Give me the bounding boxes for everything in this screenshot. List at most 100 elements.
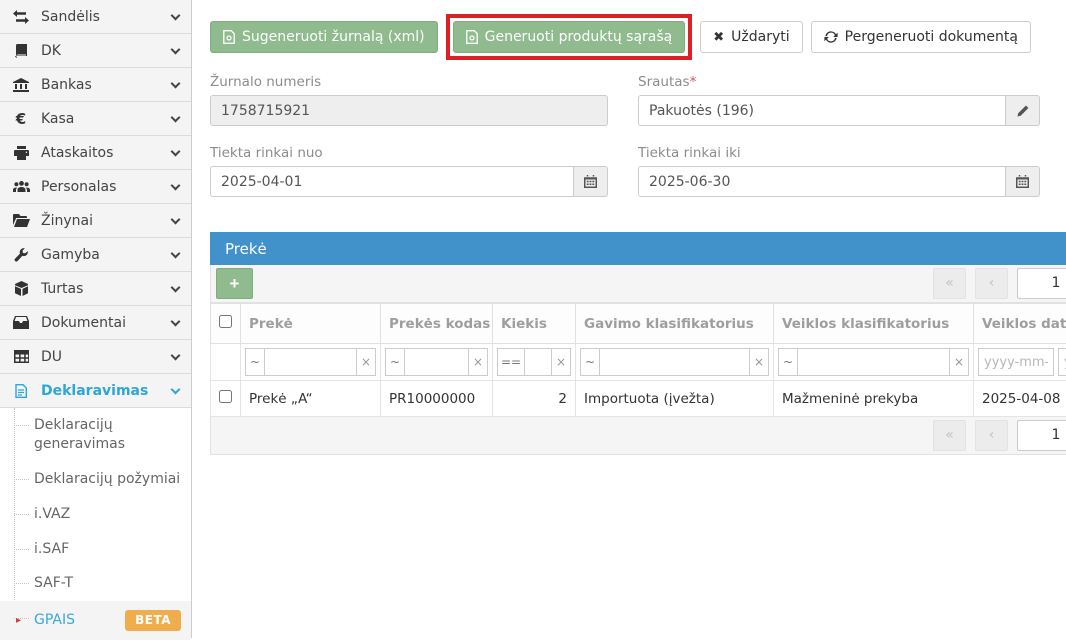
market-to-input[interactable] bbox=[638, 166, 1006, 197]
regenerate-document-button[interactable]: Pergeneruoti dokumentą bbox=[811, 21, 1031, 53]
filter-clear-icon[interactable]: × bbox=[356, 348, 376, 376]
sidebar-item-label: Žinynai bbox=[41, 213, 93, 229]
sidebar-item-personalas[interactable]: Personalas bbox=[0, 170, 191, 204]
generate-products-list-button[interactable]: Generuoti produktų sąrašą bbox=[453, 21, 686, 53]
close-icon: ✖ bbox=[713, 30, 724, 45]
market-to-calendar-button[interactable] bbox=[1006, 166, 1040, 197]
cube-icon bbox=[11, 281, 31, 296]
market-from-field-group: Tiekta rinkai nuo bbox=[210, 145, 608, 197]
col-header-veiklos-data: Veiklos data bbox=[974, 304, 1066, 344]
button-label: Sugeneruoti žurnalą (xml) bbox=[242, 29, 425, 45]
pagination-prev-button[interactable]: ‹ bbox=[975, 420, 1008, 451]
pagination-first-button[interactable]: « bbox=[933, 268, 966, 299]
chevron-down-icon bbox=[171, 180, 181, 190]
sidebar-subitem-isaf[interactable]: i.SAF bbox=[0, 532, 191, 567]
sidebar-item-turtas[interactable]: Turtas bbox=[0, 272, 191, 306]
deklaravimas-submenu: Deklaracijų generavimas Deklaracijų požy… bbox=[0, 408, 191, 640]
generate-journal-xml-button[interactable]: Sugeneruoti žurnalą (xml) bbox=[210, 21, 438, 53]
sidebar-item-zinynai[interactable]: Žinynai bbox=[0, 204, 191, 238]
market-from-label: Tiekta rinkai nuo bbox=[210, 145, 608, 161]
select-all-checkbox[interactable] bbox=[219, 315, 232, 328]
table-row[interactable]: Prekė „A“ PR10000000 2 Importuota (įvežt… bbox=[211, 381, 1066, 417]
pagination-page-input[interactable]: 1 bbox=[1017, 420, 1066, 451]
calendar-icon bbox=[1016, 175, 1029, 188]
products-table: Prekė Prekės kodas Kiekis Gavimo klasifi… bbox=[210, 303, 1066, 417]
journal-number-input bbox=[210, 95, 608, 126]
filter-date-to-input[interactable] bbox=[1058, 348, 1066, 376]
button-label: Generuoti produktų sąrašą bbox=[485, 29, 673, 45]
sidebar-item-du[interactable]: DU bbox=[0, 340, 191, 374]
cell-preke: Prekė „A“ bbox=[241, 381, 381, 417]
chevron-down-icon bbox=[171, 112, 181, 122]
sidebar-subitem-deklaraciju-generavimas[interactable]: Deklaracijų generavimas bbox=[0, 408, 170, 462]
sidebar-subitem-gpais[interactable]: ▸ GPAIS BETA bbox=[0, 601, 191, 639]
chevron-down-icon bbox=[171, 282, 181, 292]
filter-input-gavimo[interactable] bbox=[599, 348, 750, 376]
market-from-calendar-button[interactable] bbox=[574, 166, 608, 197]
gpais-label: GPAIS bbox=[34, 611, 75, 630]
sidebar-item-dk[interactable]: DK bbox=[0, 34, 191, 68]
sidebar-subitem-deklaraciju-pozymiai[interactable]: Deklaracijų požymiai bbox=[0, 462, 191, 497]
wrench-icon bbox=[11, 248, 31, 262]
filter-clear-icon[interactable]: × bbox=[749, 348, 769, 376]
bank-icon bbox=[11, 78, 31, 92]
market-to-field-group: Tiekta rinkai iki bbox=[638, 145, 1040, 197]
journal-number-field-group: Žurnalo numeris bbox=[210, 74, 608, 126]
button-label: Uždaryti bbox=[731, 29, 789, 45]
filter-operator: ~ bbox=[385, 348, 405, 376]
sidebar-item-bankas[interactable]: Bankas bbox=[0, 68, 191, 102]
beta-badge: BETA bbox=[125, 610, 181, 630]
chevron-down-icon bbox=[171, 316, 181, 326]
declaration-form: Žurnalo numeris Srautas* Tiekta rinkai n… bbox=[210, 74, 1066, 216]
filter-input-veiklos[interactable] bbox=[797, 348, 950, 376]
file-code-icon bbox=[223, 30, 235, 44]
filter-clear-icon[interactable]: × bbox=[468, 348, 488, 376]
sidebar-subitem-saft[interactable]: SAF-T bbox=[0, 566, 191, 601]
sidebar-item-ataskaitos[interactable]: Ataskaitos bbox=[0, 136, 191, 170]
col-header-gavimo-klasifikatorius: Gavimo klasifikatorius bbox=[576, 304, 774, 344]
filter-clear-icon[interactable]: × bbox=[551, 348, 571, 376]
filter-input-preke[interactable] bbox=[264, 348, 357, 376]
panel-title: Prekė bbox=[210, 232, 1066, 265]
panel-toolbar: + « ‹ 1 bbox=[210, 265, 1066, 303]
sidebar-item-sandelis[interactable]: Sandėlis bbox=[0, 0, 191, 34]
stream-edit-button[interactable] bbox=[1006, 95, 1040, 126]
annotation-highlight-box: Generuoti produktų sąrašą bbox=[446, 14, 693, 60]
sidebar-item-label: DU bbox=[41, 349, 62, 365]
stream-label: Srautas bbox=[638, 74, 690, 90]
cell-gavimo: Importuota (įvežta) bbox=[576, 381, 774, 417]
add-row-button[interactable]: + bbox=[216, 268, 253, 299]
sidebar-item-label: Dokumentai bbox=[41, 315, 126, 331]
exchange-icon bbox=[11, 10, 31, 24]
panel-footer: « ‹ 1 bbox=[210, 417, 1066, 455]
filter-input-prekes-kodas[interactable] bbox=[404, 348, 469, 376]
pagination-prev-button[interactable]: ‹ bbox=[975, 268, 1008, 299]
market-from-input[interactable] bbox=[210, 166, 574, 197]
stream-input[interactable] bbox=[638, 95, 1006, 126]
filter-clear-icon[interactable]: × bbox=[949, 348, 969, 376]
chevron-down-icon bbox=[171, 214, 181, 224]
main-content: Sugeneruoti žurnalą (xml) Generuoti prod… bbox=[210, 0, 1066, 455]
sidebar-item-label: Sandėlis bbox=[41, 9, 100, 25]
sidebar-item-dokumentai[interactable]: Dokumentai bbox=[0, 306, 191, 340]
sidebar-item-gamyba[interactable]: Gamyba bbox=[0, 238, 191, 272]
table-header-row: Prekė Prekės kodas Kiekis Gavimo klasifi… bbox=[211, 304, 1066, 344]
pagination-first-button[interactable]: « bbox=[933, 420, 966, 451]
chevron-down-icon bbox=[171, 146, 181, 156]
filter-operator: ~ bbox=[580, 348, 600, 376]
required-asterisk: * bbox=[690, 74, 697, 90]
close-button[interactable]: ✖ Uždaryti bbox=[700, 21, 802, 53]
cell-veiklos-data: 2025-04-08 bbox=[974, 381, 1066, 417]
sidebar-item-kasa[interactable]: € Kasa bbox=[0, 102, 191, 136]
sidebar-item-deklaravimas[interactable]: Deklaravimas bbox=[0, 374, 191, 408]
chevron-down-icon bbox=[171, 384, 181, 394]
sidebar-subitem-ivaz[interactable]: i.VAZ bbox=[0, 497, 191, 532]
sidebar-item-label: Personalas bbox=[41, 179, 116, 195]
col-header-kiekis: Kiekis bbox=[493, 304, 576, 344]
row-checkbox[interactable] bbox=[219, 390, 232, 403]
chevron-down-icon bbox=[171, 44, 181, 54]
pagination-page-input[interactable]: 1 bbox=[1017, 268, 1066, 299]
filter-date-from-input[interactable] bbox=[978, 348, 1054, 376]
filter-input-kiekis[interactable] bbox=[524, 348, 552, 376]
col-header-prekes-kodas: Prekės kodas bbox=[381, 304, 493, 344]
